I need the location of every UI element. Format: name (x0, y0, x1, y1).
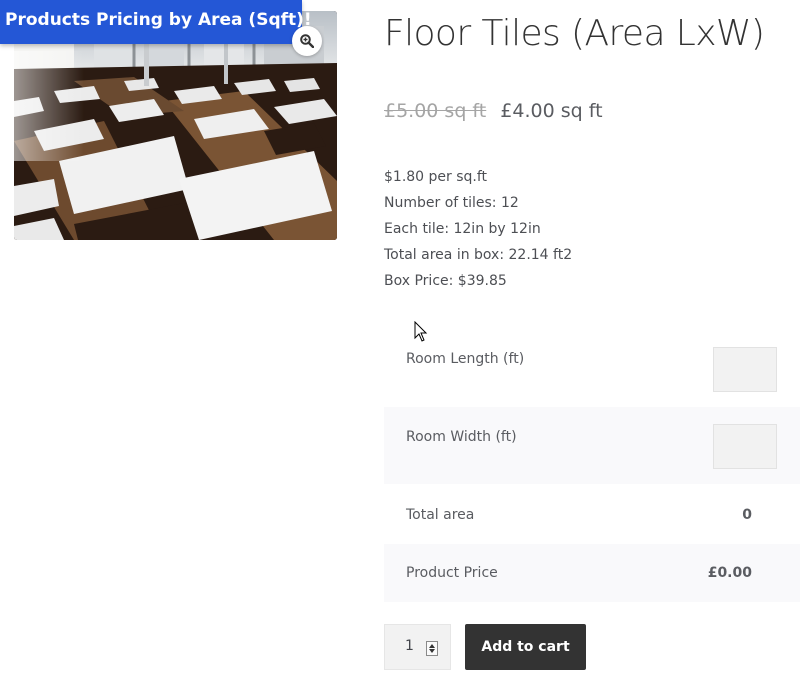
zoom-button[interactable] (292, 26, 322, 56)
product-price-value: £0.00 (707, 565, 752, 581)
stepper-up-icon[interactable] (429, 644, 435, 648)
quantity-input[interactable]: 1 (384, 624, 451, 670)
description-line: Box Price: $39.85 (384, 273, 507, 289)
product-price-row: Product Price £0.00 (384, 544, 800, 602)
room-length-row: Room Length (ft) (384, 310, 800, 407)
product-price: £5.00 sq ft £4.00 sq ft (384, 100, 603, 122)
promo-banner: Products Pricing by Area (Sqft)! (0, 0, 312, 44)
quantity-value: 1 (405, 638, 414, 654)
total-area-label: Total area (406, 507, 475, 523)
quantity-stepper[interactable] (426, 641, 438, 656)
room-length-input[interactable] (713, 347, 777, 392)
regular-price: £5.00 sq ft (384, 100, 487, 122)
add-to-cart-button[interactable]: Add to cart (465, 624, 586, 670)
floor-tiles-photo (14, 11, 337, 240)
description-line: Number of tiles: 12 (384, 195, 519, 211)
description-line: Each tile: 12in by 12in (384, 221, 541, 237)
zoom-icon (300, 34, 314, 48)
description-line: Total area in box: 22.14 ft2 (384, 247, 573, 263)
product-price-label: Product Price (406, 565, 498, 581)
room-width-row: Room Width (ft) (384, 407, 800, 484)
product-image[interactable] (14, 11, 337, 240)
room-length-label: Room Length (ft) (406, 351, 525, 367)
room-width-input[interactable] (713, 424, 777, 469)
total-area-row: Total area 0 (384, 484, 800, 544)
mouse-cursor-icon (414, 321, 428, 342)
stepper-down-icon[interactable] (429, 649, 435, 653)
product-description: $1.80 per sq.ft Number of tiles: 12 Each… (384, 164, 572, 294)
product-title: Floor Tiles (Area LxW) (384, 13, 765, 54)
description-line: $1.80 per sq.ft (384, 169, 488, 185)
room-width-label: Room Width (ft) (406, 429, 517, 445)
area-calculator: Room Length (ft) Room Width (ft) Total a… (384, 310, 800, 602)
total-area-value: 0 (742, 507, 752, 523)
sale-price: £4.00 sq ft (500, 100, 603, 122)
